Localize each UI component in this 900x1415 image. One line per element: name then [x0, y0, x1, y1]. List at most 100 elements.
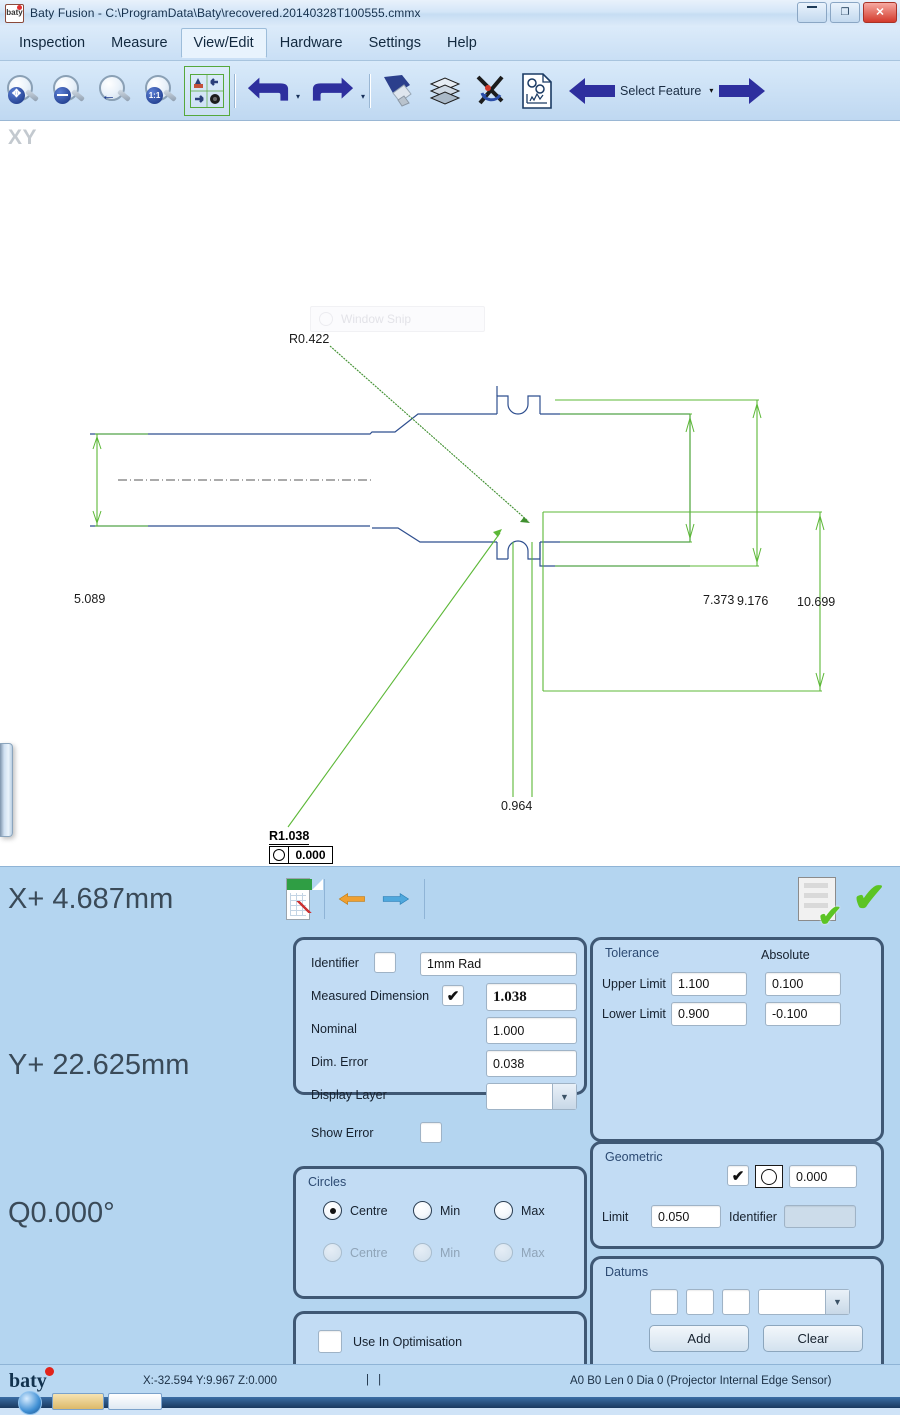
paint-brush-button[interactable]	[376, 66, 422, 116]
circle-centre-label: Centre	[350, 1204, 388, 1218]
circle-centre-radio[interactable]	[323, 1201, 342, 1220]
measured-dimension-checkbox[interactable]: ✔	[442, 985, 464, 1006]
geometric-value[interactable]: 0.000	[789, 1165, 857, 1188]
datum-box-2[interactable]	[686, 1289, 714, 1315]
baty-logo: baty	[9, 1367, 54, 1393]
chevron-down-icon[interactable]: ▼	[825, 1290, 849, 1314]
identifier-checkbox[interactable]	[374, 952, 396, 973]
toolbar-separator	[235, 73, 236, 108]
dim-error-value[interactable]: 0.038	[486, 1050, 577, 1077]
taskbar-item-1[interactable]	[52, 1393, 104, 1410]
display-layer-combo[interactable]: ▼	[486, 1083, 577, 1110]
nominal-input[interactable]: 1.000	[486, 1017, 577, 1044]
panel-separator-2	[423, 879, 425, 919]
part-outline	[90, 386, 691, 567]
zoom-pan-button[interactable]	[0, 66, 46, 116]
zoom-out-icon	[51, 74, 87, 108]
geometric-identifier-input[interactable]	[784, 1205, 856, 1228]
dimension-9176[interactable]: 9.176	[737, 594, 768, 608]
close-button[interactable]: ✕	[863, 2, 897, 23]
feature-select-value: Select Feature	[620, 83, 702, 98]
dimension-10699[interactable]: 10.699	[797, 595, 835, 609]
circle-min-radio-2	[413, 1243, 432, 1262]
upper-limit-input[interactable]: 1.100	[671, 972, 747, 996]
redo-button[interactable]	[306, 66, 360, 116]
main-toolbar: ← 1:1	[0, 61, 900, 121]
report-button[interactable]	[514, 66, 560, 116]
start-orb-icon[interactable]	[18, 1391, 42, 1415]
drawing-canvas[interactable]: XY Window Snip R0.422 5.089 7.373 9.176 …	[0, 120, 900, 867]
geometric-identifier-label: Identifier	[729, 1210, 777, 1224]
circles-title: Circles	[308, 1175, 347, 1189]
geometric-enabled-checkbox[interactable]: ✔	[727, 1165, 749, 1186]
display-layer-label: Display Layer	[311, 1088, 387, 1102]
status-hardware: A0 B0 Len 0 Dia 0 (Projector Internal Ed…	[570, 1375, 832, 1387]
zoom-previous-button[interactable]: ←	[92, 66, 138, 116]
zoom-actual-size-button[interactable]: 1:1	[138, 66, 184, 116]
circularity-icon[interactable]	[755, 1165, 783, 1188]
construct-feature-button[interactable]	[468, 66, 514, 116]
menu-help[interactable]: Help	[434, 28, 490, 58]
accept-tick-icon: ✔	[852, 876, 886, 920]
menu-inspection[interactable]: Inspection	[6, 28, 98, 58]
circularity-icon	[270, 847, 289, 863]
undo-button[interactable]	[241, 66, 295, 116]
restore-button[interactable]: ❐	[830, 2, 860, 23]
datum-box-3[interactable]	[722, 1289, 750, 1315]
lower-absolute-input[interactable]: -0.100	[765, 1002, 841, 1026]
use-in-optimisation-checkbox[interactable]	[318, 1330, 342, 1353]
menu-measure[interactable]: Measure	[98, 28, 180, 58]
zoom-pan-icon	[5, 74, 41, 108]
upper-absolute-input[interactable]: 0.100	[765, 972, 841, 996]
previous-feature-button[interactable]	[566, 66, 618, 116]
taskbar-item-2[interactable]	[108, 1393, 162, 1410]
next-feature-button[interactable]	[716, 66, 768, 116]
results-chart-button[interactable]	[286, 878, 323, 920]
circle-max-radio[interactable]	[494, 1201, 513, 1220]
minimize-button[interactable]	[797, 2, 827, 23]
datums-combo[interactable]: ▼	[758, 1289, 850, 1315]
show-error-label: Show Error	[311, 1126, 374, 1140]
apply-to-report-button[interactable]: ✔	[798, 877, 842, 932]
window-title: Baty Fusion - C:\ProgramData\Baty\recove…	[30, 6, 421, 20]
chevron-down-icon[interactable]: ▼	[552, 1084, 576, 1109]
menu-view-edit[interactable]: View/Edit	[180, 28, 267, 58]
dimension-7373[interactable]: 7.373	[703, 593, 734, 607]
dimension-r0422[interactable]: R0.422	[289, 332, 329, 346]
clear-datum-button[interactable]: Clear	[763, 1325, 863, 1352]
previous-arrow-button[interactable]	[338, 886, 366, 912]
identifier-input[interactable]: 1mm Rad	[420, 952, 577, 976]
measured-dimension-value[interactable]: 1.038	[486, 983, 577, 1011]
selected-dimension-label: R1.038	[269, 829, 310, 845]
next-arrow-button[interactable]	[382, 886, 410, 912]
absolute-label: Absolute	[761, 948, 810, 962]
dimension-5089[interactable]: 5.089	[74, 592, 105, 606]
application-window: baty Baty Fusion - C:\ProgramData\Baty\r…	[0, 0, 900, 1415]
dimension-0964[interactable]: 0.964	[501, 799, 532, 813]
lower-limit-input[interactable]: 0.900	[671, 1002, 747, 1026]
selected-dimension-r1038[interactable]: R1.038 0.000	[269, 827, 333, 864]
add-datum-button[interactable]: Add	[649, 1325, 749, 1352]
layers-button[interactable]	[422, 66, 468, 116]
app-icon: baty	[5, 3, 24, 23]
show-error-checkbox[interactable]	[420, 1122, 442, 1143]
geometric-limit-input[interactable]: 0.050	[651, 1205, 721, 1228]
circle-min-radio[interactable]	[413, 1201, 432, 1220]
lower-limit-label: Lower Limit	[602, 1007, 666, 1021]
part-geometry	[90, 345, 825, 828]
menu-settings[interactable]: Settings	[356, 28, 434, 58]
undo-dropdown-caret[interactable]: ▾	[296, 92, 300, 101]
title-bar: baty Baty Fusion - C:\ProgramData\Baty\r…	[0, 0, 900, 27]
redo-dropdown-caret[interactable]: ▾	[361, 92, 365, 101]
feature-select-combo[interactable]: Select Feature ▾	[618, 78, 716, 104]
construct-feature-icon	[476, 75, 504, 104]
optimisation-group: Use In Optimisation	[293, 1311, 587, 1365]
baty-logo-text: baty	[9, 1370, 47, 1392]
zoom-out-button[interactable]	[46, 66, 92, 116]
zoom-to-camera-button[interactable]	[184, 65, 230, 116]
upper-limit-label: Upper Limit	[602, 977, 666, 991]
report-icon	[522, 72, 552, 109]
datum-box-1[interactable]	[650, 1289, 678, 1315]
menu-hardware[interactable]: Hardware	[267, 28, 356, 58]
accept-button[interactable]: ✔	[852, 878, 886, 918]
